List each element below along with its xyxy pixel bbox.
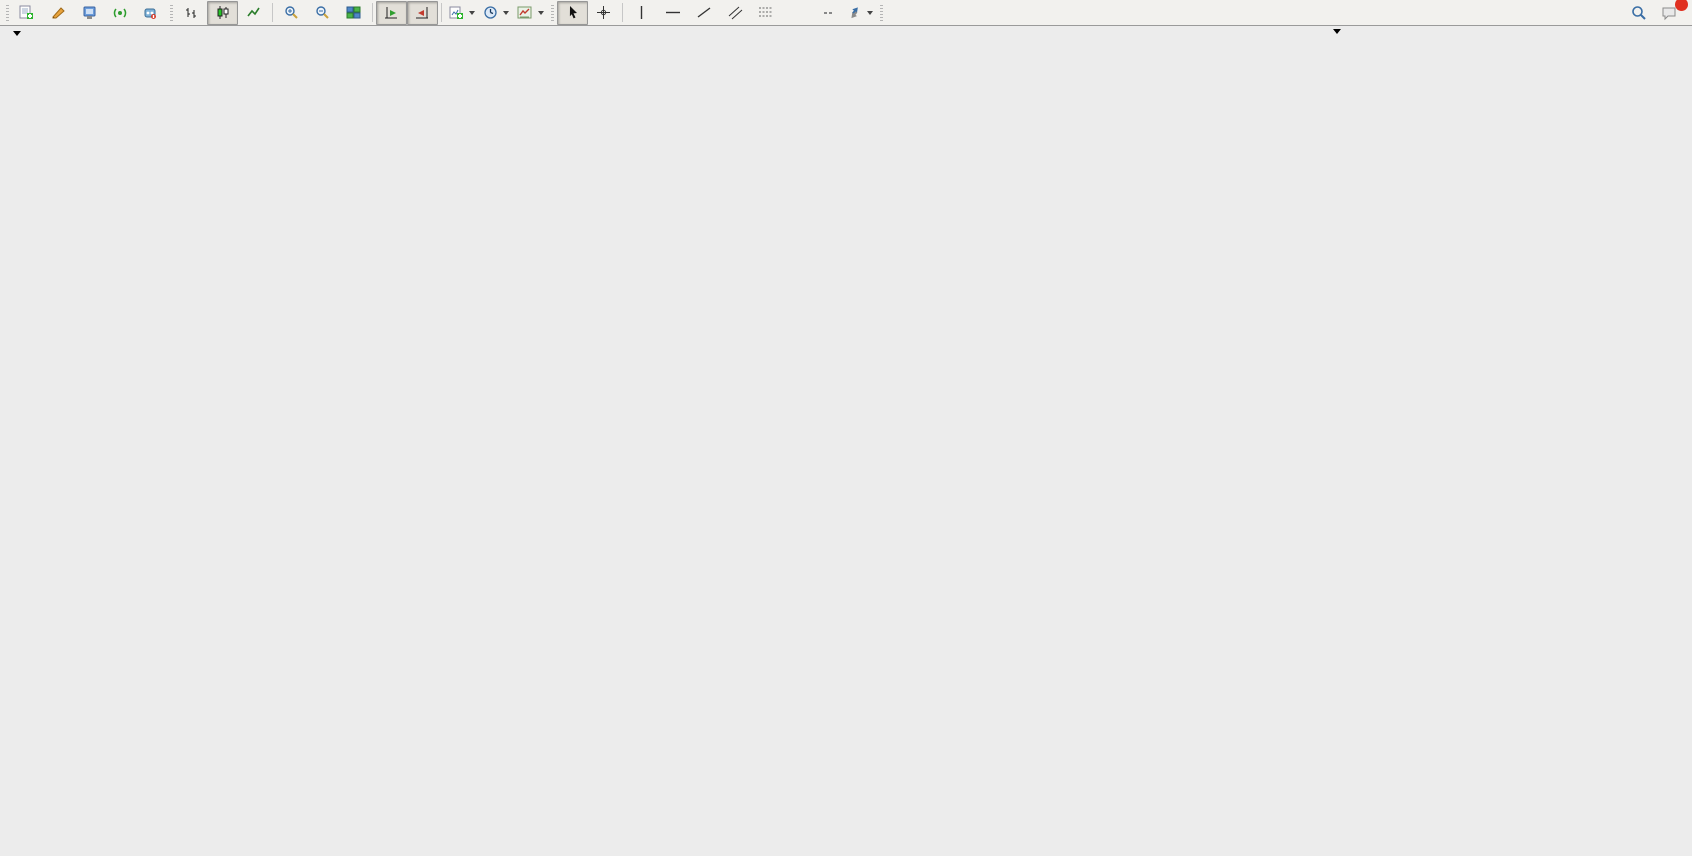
new-order-button[interactable] <box>12 1 43 25</box>
vertical-line-button[interactable] <box>626 1 657 25</box>
signal-icon <box>113 5 128 20</box>
crayon-icon <box>51 5 66 20</box>
zoom-in-button[interactable] <box>276 1 307 25</box>
chart-area[interactable] <box>0 0 1692 856</box>
chevron-down-icon <box>469 11 475 15</box>
notification-badge <box>1675 0 1688 11</box>
fibonacci-button[interactable] <box>750 1 781 25</box>
chart-shift-button[interactable] <box>407 1 438 25</box>
toolbar-grip[interactable] <box>170 5 173 21</box>
zoom-out-button[interactable] <box>307 1 338 25</box>
chart-bars-button[interactable] <box>176 1 207 25</box>
fibonacci-icon <box>758 5 774 20</box>
arrows-icon <box>847 5 862 20</box>
line-chart-icon <box>246 5 261 20</box>
label-tool-icon <box>824 12 832 14</box>
robot-icon <box>142 5 158 20</box>
trendline-button[interactable] <box>688 1 719 25</box>
editor-icon <box>82 5 97 20</box>
channel-icon <box>727 5 743 20</box>
arrows-button[interactable] <box>843 1 877 25</box>
template-icon <box>517 5 533 20</box>
trendline-icon <box>696 5 712 20</box>
tile-windows-icon <box>346 5 361 20</box>
autoscroll-button[interactable] <box>376 1 407 25</box>
new-order-icon <box>19 5 34 20</box>
new-chart-icon <box>449 5 464 20</box>
chevron-down-icon <box>538 11 544 15</box>
chart-line-button[interactable] <box>238 1 269 25</box>
templates-button[interactable] <box>513 1 548 25</box>
search-icon <box>1631 5 1647 21</box>
chevron-down-icon <box>867 11 873 15</box>
text-label-button[interactable] <box>812 1 843 25</box>
chart-candles-button[interactable] <box>207 1 238 25</box>
chart-shift-marker[interactable] <box>1333 29 1341 34</box>
cursor-icon <box>566 5 580 20</box>
periods-button[interactable] <box>479 1 513 25</box>
text-button[interactable] <box>781 1 812 25</box>
horizontal-line-icon <box>665 5 681 20</box>
bar-chart-icon <box>184 5 199 20</box>
symbol-dropdown-icon[interactable] <box>13 31 21 36</box>
toolbar-grip[interactable] <box>551 5 554 21</box>
equidistant-channel-button[interactable] <box>719 1 750 25</box>
autoscroll-icon <box>384 5 399 20</box>
search-button[interactable] <box>1623 1 1654 25</box>
vertical-line-icon <box>635 5 648 20</box>
toolbar-grip[interactable] <box>6 5 9 21</box>
crosshair-icon <box>596 5 611 20</box>
tile-windows-button[interactable] <box>338 1 369 25</box>
styler-button[interactable] <box>43 1 74 25</box>
notifications-button[interactable] <box>1654 1 1685 25</box>
chart-title <box>13 31 31 36</box>
signals-button[interactable] <box>105 1 136 25</box>
chart-shift-icon <box>415 5 430 20</box>
horizontal-line-button[interactable] <box>657 1 688 25</box>
editor-button[interactable] <box>74 1 105 25</box>
chevron-down-icon <box>503 11 509 15</box>
autotrading-button[interactable] <box>136 1 167 25</box>
new-chart-button[interactable] <box>445 1 479 25</box>
clock-icon <box>483 5 498 20</box>
cursor-button[interactable] <box>557 1 588 25</box>
toolbar-grip[interactable] <box>880 5 883 21</box>
candlestick-chart-icon <box>215 5 230 20</box>
zoom-in-icon <box>284 5 299 20</box>
crosshair-button[interactable] <box>588 1 619 25</box>
main-toolbar <box>0 0 1692 26</box>
zoom-out-icon <box>315 5 330 20</box>
